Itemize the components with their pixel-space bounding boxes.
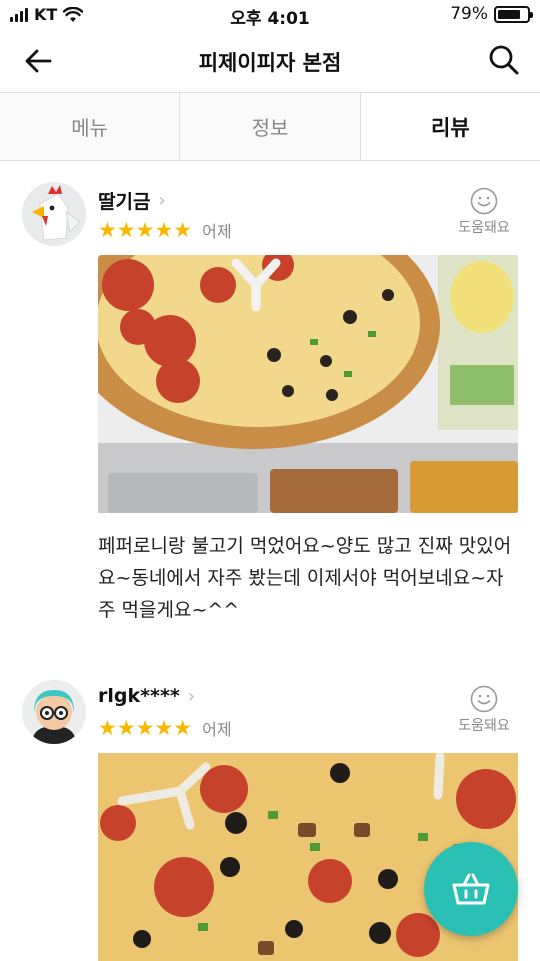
- pizza-photo: [98, 255, 518, 513]
- tab-bar: 메뉴 정보 리뷰: [0, 92, 540, 161]
- tab-menu[interactable]: 메뉴: [0, 93, 181, 160]
- page-title: 피제이피자 본점: [198, 51, 342, 75]
- app-header: 피제이피자 본점: [0, 30, 540, 92]
- smile-icon: [470, 187, 498, 215]
- author-name: rlgk****: [98, 685, 180, 707]
- avatar[interactable]: [22, 182, 86, 246]
- rating: ★★★★★ 어제: [98, 218, 232, 242]
- rating-stars: ★★★★★: [98, 715, 193, 740]
- helpful-label: 도움돼요: [458, 718, 510, 734]
- smile-icon: [470, 685, 498, 713]
- helpful-label: 도움돼요: [458, 220, 510, 236]
- search-icon[interactable]: [488, 44, 520, 76]
- cart-fab-button[interactable]: [424, 842, 518, 936]
- review-photo[interactable]: [98, 255, 518, 513]
- chevron-right-icon: ›: [158, 190, 166, 211]
- tab-info[interactable]: 정보: [180, 93, 361, 160]
- helpful-button[interactable]: 도움돼요: [452, 685, 516, 735]
- battery-percent: 79%: [450, 4, 488, 24]
- chicken-avatar-icon: [22, 182, 86, 246]
- author-name: 딸기금: [98, 191, 151, 213]
- rating-stars: ★★★★★: [98, 217, 193, 242]
- status-bar: KT 오후 4:01 79%: [0, 0, 540, 30]
- person-avatar-icon: [22, 680, 86, 744]
- chevron-right-icon: ›: [187, 685, 196, 707]
- battery-icon: [494, 5, 533, 23]
- review-text: 페퍼로니랑 불고기 먹었어요~양도 많고 진짜 맛있어요~동네에서 자주 봤는데…: [98, 535, 512, 621]
- review-date: 어제: [202, 222, 232, 241]
- review-date: 어제: [202, 720, 232, 739]
- basket-icon: [452, 873, 490, 905]
- tab-reviews[interactable]: 리뷰: [360, 93, 540, 160]
- rating: ★★★★★ 어제: [98, 716, 232, 740]
- review-author[interactable]: 딸기금 ›: [98, 187, 166, 214]
- avatar[interactable]: [22, 680, 86, 744]
- review-author[interactable]: rlgk**** ›: [98, 685, 195, 707]
- helpful-button[interactable]: 도움돼요: [452, 187, 516, 237]
